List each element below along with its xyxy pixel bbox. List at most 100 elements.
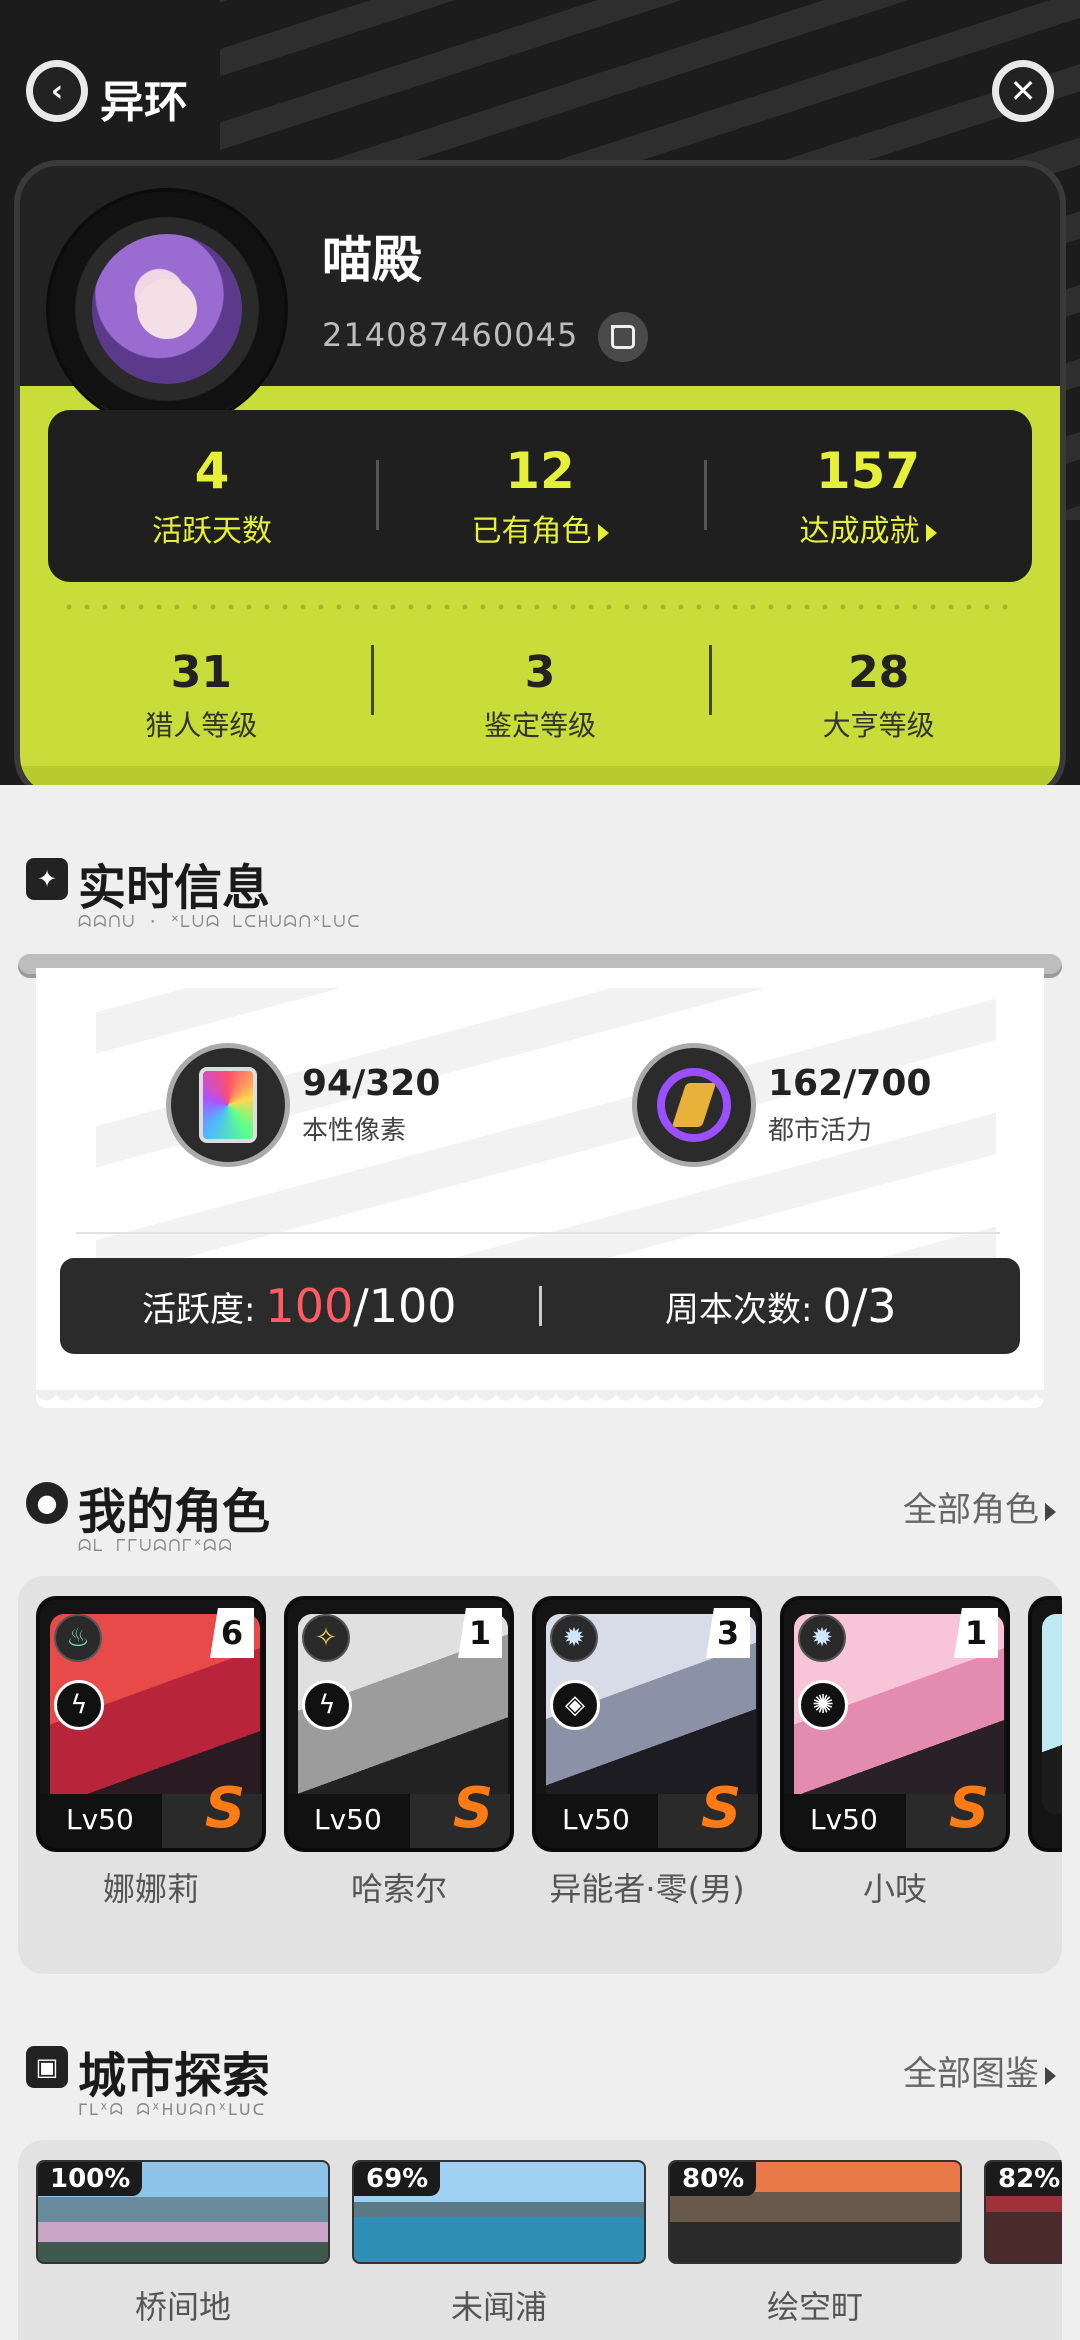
all-atlas-link[interactable]: 全部图鉴 [903, 2046, 1056, 2095]
energy-bolt-icon [632, 1043, 756, 1167]
stat-value: 157 [815, 442, 921, 500]
city-card[interactable]: 100% 桥间地 [36, 2160, 330, 2340]
level-value: 28 [848, 646, 910, 698]
page-title: 异环 [100, 77, 188, 128]
avatar[interactable] [50, 192, 284, 426]
weekly-label: 周本次数: [665, 1289, 813, 1330]
cube-element-icon: ◈ [550, 1680, 600, 1730]
character-card[interactable]: ✧ ϟ 1 Lv50 S 哈索尔 [284, 1596, 514, 1938]
top-bar: ‹ 异环 ✕ [0, 52, 1080, 132]
city-image: 69% [352, 2160, 646, 2264]
stat-achievements[interactable]: 157 达成成就 [704, 410, 1032, 582]
city-card-partial[interactable]: 82% [984, 2160, 1062, 2340]
character-level: Lv50 [810, 1803, 878, 1836]
city-card[interactable]: 80% 绘空町 [668, 2160, 962, 2340]
back-button[interactable]: ‹ [26, 60, 88, 122]
prism-card-art [199, 1067, 257, 1143]
section-subtitle: ᗣᗣᑎᑌ · ᕽᒪᑌᗣ ᒪᑕᕼᑌᗣᑎᕽᒪᑌᑕ [78, 912, 362, 931]
stat-label-text: 已有角色 [471, 514, 592, 549]
activity-max: /100 [353, 1279, 457, 1333]
stat-value: 4 [194, 442, 230, 500]
realtime-card-ticket-edge [36, 1390, 1044, 1414]
city-name: 桥间地 [134, 2288, 231, 2326]
character-portrait: ✹ ◈ 3 Lv50 S [532, 1596, 762, 1852]
link-label: 全部角色 [903, 1490, 1039, 1530]
character-level: Lv50 [314, 1803, 382, 1836]
character-card[interactable]: ♨ ϟ 6 Lv50 S 娜娜莉 [36, 1596, 266, 1938]
resource-text: 94/320 本性像素 [302, 1063, 440, 1147]
avatar-image [92, 234, 242, 384]
resource-value: 162/700 [768, 1063, 932, 1104]
profile-stats: 4 活跃天数 12 已有角色 157 达成成就 [48, 410, 1032, 582]
play-arrow-icon [925, 523, 937, 542]
user-id: 214087460045 [322, 316, 579, 354]
character-portrait: ✧ ϟ 1 Lv50 S [284, 1596, 514, 1852]
city-image: 80% [668, 2160, 962, 2264]
stat-owned-characters[interactable]: 12 已有角色 [376, 410, 704, 582]
image-icon: ▣ [26, 2046, 68, 2088]
character-level: Lv50 [562, 1803, 630, 1836]
profile-header: ‹ 异环 ✕ 喵殿 214087460045 4 活跃天数 12 已有角色 15… [0, 0, 1080, 785]
level-hunter: 31 猎人等级 [32, 625, 371, 765]
section-subtitle: ᗣᒪ ᒥᒥᑌᗣᑎᒥᕽᗣᗣ [78, 1536, 234, 1555]
grade-badge: S [452, 1776, 494, 1841]
user-circle-icon: ● [26, 1482, 68, 1524]
dotted-divider [60, 604, 1020, 610]
weekly-boss-count: 周本次数: 0/3 [542, 1279, 1021, 1333]
stat-label: 活跃天数 [152, 514, 272, 549]
lightning-element-icon: ϟ [54, 1680, 104, 1730]
character-portrait [1028, 1596, 1062, 1852]
close-icon: ✕ [999, 67, 1047, 115]
character-card-partial[interactable] [1028, 1596, 1062, 1938]
character-name: 异能者·零(男) [549, 1870, 745, 1908]
play-arrow-icon [1045, 1502, 1056, 1521]
flame-attribute-icon: ♨ [54, 1614, 102, 1662]
sun-attribute-icon: ✹ [798, 1614, 846, 1662]
city-image: 82% [984, 2160, 1062, 2264]
avatar-face [137, 279, 197, 339]
resource-label: 本性像素 [302, 1116, 407, 1146]
activity-current: 100 [265, 1279, 354, 1333]
copy-icon [611, 325, 635, 349]
section-subtitle: ᒥᒪᕽᗣ ᗣᕽᕼᑌᗣᑎᕽᒪᑌᑕ [78, 2100, 267, 2119]
city-progress: 80% [670, 2162, 757, 2196]
chevron-left-icon: ‹ [33, 67, 81, 115]
section-title: 城市探索 [78, 2048, 271, 2104]
close-button[interactable]: ✕ [992, 60, 1054, 122]
play-arrow-icon [1045, 2066, 1056, 2085]
city-progress: 69% [354, 2162, 441, 2196]
level-value: 31 [170, 646, 232, 698]
character-card[interactable]: ✹ ◈ 3 Lv50 S 异能者·零(男) [532, 1596, 762, 1938]
character-card[interactable]: ✹ ✺ 1 Lv50 S 小吱 [780, 1596, 1010, 1938]
vortex-element-icon: ✺ [798, 1680, 848, 1730]
profile-levels: 31 猎人等级 3 鉴定等级 28 大亨等级 [32, 625, 1048, 765]
lightning-element-icon: ϟ [302, 1680, 352, 1730]
character-name: 娜娜莉 [102, 1870, 199, 1908]
city-section-header: ▣ 城市探索 ᒥᒪᕽᗣ ᗣᕽᕼᑌᗣᑎᕽᒪᑌᑕ 全部图鉴 [26, 2036, 1056, 2119]
level-label: 猎人等级 [145, 708, 258, 742]
copy-uid-button[interactable] [598, 312, 648, 362]
city-carousel[interactable]: 100% 桥间地 69% 未闻浦 80% 绘空町 82% [18, 2140, 1062, 2340]
profile-card-lime-footer [20, 766, 1060, 785]
city-name: 未闻浦 [450, 2288, 547, 2326]
all-characters-link[interactable]: 全部角色 [903, 1482, 1056, 1531]
grade-badge: S [700, 1776, 742, 1841]
resource-label: 都市活力 [768, 1116, 873, 1146]
characters-carousel[interactable]: ♨ ϟ 6 Lv50 S 娜娜莉 ✧ ϟ 1 Lv50 S 哈索尔 ✹ ◈ 3 … [18, 1576, 1062, 1974]
level-label: 鉴定等级 [484, 708, 597, 742]
grade-badge: S [948, 1776, 990, 1841]
characters-section-header: ● 我的角色 ᗣᒪ ᒥᒥᑌᗣᑎᒥᕽᗣᗣ 全部角色 [26, 1472, 1056, 1555]
link-label: 全部图鉴 [903, 2054, 1039, 2094]
prism-card-icon [166, 1043, 290, 1167]
city-card[interactable]: 69% 未闻浦 [352, 2160, 646, 2340]
city-progress: 82% [986, 2162, 1062, 2196]
energy-bolt [671, 1083, 717, 1127]
grade-badge: S [204, 1776, 246, 1841]
realtime-section-header: ✦ 实时信息 ᗣᗣᑎᑌ · ᕽᒪᑌᗣ ᒪᑕᕼᑌᗣᑎᕽᒪᑌᑕ [26, 848, 1056, 931]
section-title: 我的角色 [78, 1484, 271, 1540]
character-art [1042, 1614, 1062, 1814]
star-attribute-icon: ✧ [302, 1614, 350, 1662]
stat-value: 12 [505, 442, 575, 500]
resource-pixels: 94/320 本性像素 [166, 1040, 440, 1170]
level-tycoon: 28 大亨等级 [709, 625, 1048, 765]
